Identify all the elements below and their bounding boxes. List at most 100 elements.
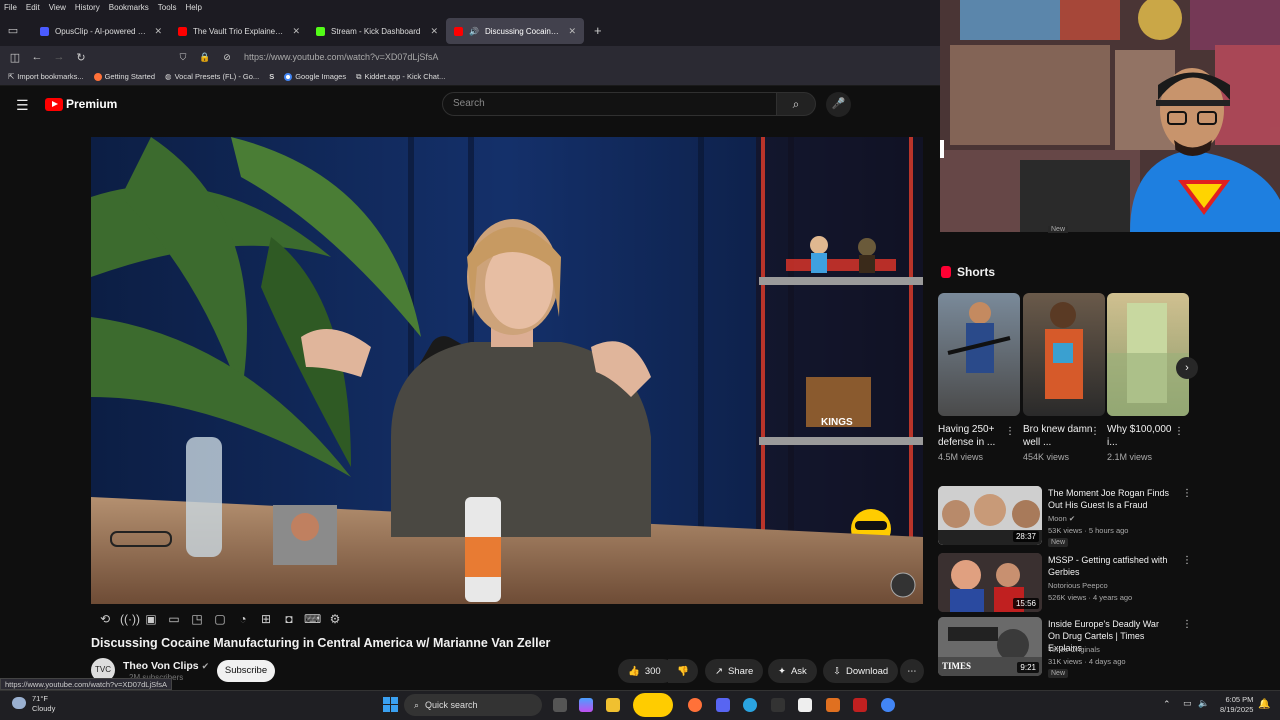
broadcast-icon[interactable]: ((·)) <box>120 612 140 626</box>
short-thumbnail[interactable] <box>1023 293 1105 416</box>
reload-icon[interactable]: ↻ <box>70 51 92 64</box>
sidebar-toggle-icon[interactable]: ◫ <box>4 51 26 64</box>
voice-search-button[interactable]: 🎤 <box>826 92 851 117</box>
file-explorer-icon[interactable] <box>606 698 620 712</box>
add-icon[interactable]: ⊞ <box>258 612 274 626</box>
bookmark-import[interactable]: ⇱ Import bookmarks... <box>8 72 84 81</box>
short-3-image <box>1107 303 1189 416</box>
chrome-icon[interactable] <box>881 698 895 712</box>
lock-icon[interactable]: 🔒 <box>194 52 216 63</box>
more-vert-icon[interactable]: ⋮ <box>1174 426 1184 437</box>
bookmark-getting-started[interactable]: Getting Started <box>93 72 155 81</box>
shorts-next-button[interactable]: › <box>1176 357 1198 379</box>
menu-hamburger-icon[interactable]: ☰ <box>16 97 29 114</box>
menu-bookmarks[interactable]: Bookmarks <box>109 3 149 12</box>
close-icon[interactable]: ✕ <box>154 26 162 37</box>
more-vert-icon[interactable]: ⋮ <box>1005 426 1015 437</box>
shield-icon[interactable]: ⛉ <box>172 52 194 63</box>
screenshot-icon[interactable]: ◘ <box>281 612 297 626</box>
bookmark-kiddet[interactable]: ⧉ Kiddet.app - Kick Chat... <box>356 72 445 82</box>
menu-view[interactable]: View <box>49 3 66 12</box>
recommended-channel[interactable]: Notorious Peepco <box>1048 581 1108 590</box>
taskbar-search[interactable]: ⌕ Quick search <box>404 694 542 716</box>
theater-icon[interactable]: ▭ <box>166 612 182 626</box>
telegram-icon[interactable] <box>743 698 757 712</box>
network-icon[interactable]: ▭ <box>1183 698 1192 709</box>
more-vert-icon[interactable]: ⋮ <box>1182 555 1192 566</box>
volume-icon[interactable]: 🔈 <box>1198 698 1209 709</box>
short-thumbnail[interactable] <box>1107 293 1189 416</box>
share-button[interactable]: ↗ Share <box>705 659 764 683</box>
more-actions-button[interactable]: ⋯ <box>900 659 924 683</box>
keyboard-icon[interactable]: ⌨ <box>304 612 321 626</box>
firefox-icon[interactable] <box>688 698 702 712</box>
more-vert-icon[interactable]: ⋮ <box>1182 488 1192 499</box>
pip-icon[interactable]: ◳ <box>189 612 205 626</box>
recommended-channel[interactable]: Times Originals <box>1048 645 1100 654</box>
menu-file[interactable]: File <box>4 3 17 12</box>
recommended-title[interactable]: MSSP - Getting catfished with Gerbies <box>1048 554 1173 578</box>
clip-icon[interactable]: ▣ <box>143 612 159 626</box>
download-button[interactable]: ⇩ Download <box>823 659 899 683</box>
menu-help[interactable]: Help <box>185 3 201 12</box>
like-button[interactable]: 👍 300 <box>618 659 675 683</box>
weather-widget[interactable]: 71°F Cloudy <box>32 694 55 714</box>
task-view-icon[interactable] <box>553 698 567 712</box>
permissions-icon[interactable]: ⊘ <box>216 52 238 63</box>
recommended-thumbnail[interactable]: TIMES 9:21 <box>938 617 1042 676</box>
miniplayer-icon[interactable]: ▢ <box>212 612 228 626</box>
more-vert-icon[interactable]: ⋮ <box>1090 426 1100 437</box>
channel-name[interactable]: Theo Von Clips ✔ <box>123 660 209 672</box>
tab-list-icon[interactable]: ▭ <box>2 24 24 37</box>
speaker-icon[interactable]: 🔊 <box>469 27 479 36</box>
recommended-thumbnail[interactable]: 15:56 <box>938 553 1042 612</box>
app-icon[interactable] <box>853 698 867 712</box>
close-icon[interactable]: ✕ <box>568 26 576 37</box>
notification-bell-icon[interactable]: 🔔 <box>1258 699 1270 710</box>
bookmark-google-images[interactable]: Google Images <box>284 72 346 81</box>
back-icon[interactable]: ← <box>26 51 48 63</box>
short-title[interactable]: Having 250+ defense in ... <box>938 423 1010 449</box>
close-icon[interactable]: ✕ <box>430 26 438 37</box>
tab-opusclip[interactable]: OpusClip - AI-powered Video F ✕ <box>32 18 170 44</box>
close-icon[interactable]: ✕ <box>292 26 300 37</box>
forward-icon[interactable]: → <box>48 51 70 63</box>
vlc-icon[interactable] <box>826 698 840 712</box>
menu-tools[interactable]: Tools <box>158 3 177 12</box>
ask-button[interactable]: ✦ Ask <box>768 659 817 683</box>
speed-icon[interactable]: ◔ <box>235 612 251 626</box>
recommended-title[interactable]: The Moment Joe Rogan Finds Out His Guest… <box>1048 487 1173 511</box>
search-button[interactable]: ⌕ <box>776 92 816 116</box>
obs-icon[interactable] <box>798 698 812 712</box>
recommended-thumbnail[interactable]: 28:37 <box>938 486 1042 545</box>
bookmark-s[interactable]: S <box>269 72 274 81</box>
menu-history[interactable]: History <box>75 3 100 12</box>
new-tab-icon[interactable]: + <box>594 23 602 38</box>
rsi-icon[interactable] <box>771 698 785 712</box>
tab-kick-dashboard[interactable]: Stream - Kick Dashboard ✕ <box>308 18 446 44</box>
search-input[interactable]: Search <box>442 92 777 116</box>
loop-icon[interactable]: ⟲ <box>97 612 113 626</box>
thumbnail-label: TIMES <box>942 661 971 671</box>
discord-icon[interactable] <box>716 698 730 712</box>
menu-edit[interactable]: Edit <box>26 3 40 12</box>
tray-chevron-icon[interactable]: ⌃ <box>1163 699 1171 710</box>
short-title[interactable]: Bro knew damn well ... <box>1023 423 1095 449</box>
recommended-channel[interactable]: Moon ✔ <box>1048 514 1075 523</box>
address-bar[interactable]: https://www.youtube.com/watch?v=XD07dLjS… <box>244 52 438 62</box>
bookmark-vocal-presets[interactable]: ◍ Vocal Presets (FL) - Go... <box>165 72 259 81</box>
system-clock[interactable]: 6:05 PM 8/19/2025 <box>1220 695 1253 715</box>
windows-start-icon[interactable] <box>383 697 398 712</box>
tab-current-video[interactable]: 🔊 Discussing Cocaine Manufa ✕ <box>446 18 584 44</box>
video-duration: 28:37 <box>1012 531 1039 542</box>
youtube-premium-logo[interactable]: Premium <box>45 97 117 111</box>
short-title[interactable]: Why $100,000 i... <box>1107 423 1179 449</box>
subscribe-button[interactable]: Subscribe <box>217 660 275 682</box>
dislike-button[interactable]: 👎 <box>668 659 698 683</box>
copilot-icon[interactable] <box>579 698 593 712</box>
video-player[interactable]: KINGS <box>91 137 923 604</box>
more-vert-icon[interactable]: ⋮ <box>1182 619 1192 630</box>
settings-gear-icon[interactable]: ⚙ <box>327 612 343 626</box>
tab-vault-trio[interactable]: The Vault Trio Explained | The F ✕ <box>170 18 308 44</box>
short-thumbnail[interactable] <box>938 293 1020 416</box>
